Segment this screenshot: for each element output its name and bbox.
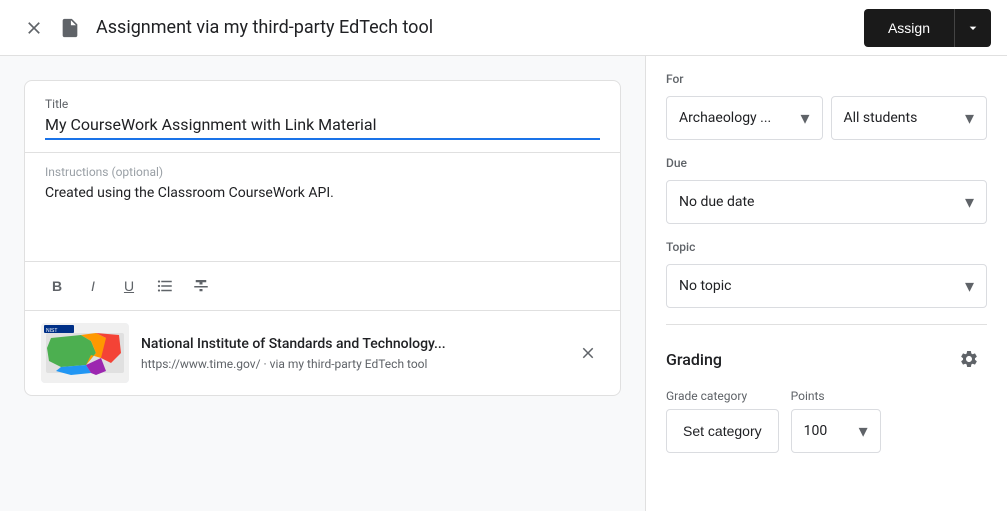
link-url-text: https://www.time.gov/ [141,357,261,371]
students-select[interactable]: All students ▾ [831,96,988,140]
students-value: All students [844,110,918,126]
topic-label: Topic [666,240,987,254]
page-title: Assignment via my third-party EdTech too… [96,17,864,38]
assign-button[interactable]: Assign [864,9,954,47]
points-label: Points [791,389,881,403]
instructions-section: Instructions (optional) Created using th… [25,153,620,261]
strikethrough-button[interactable] [185,270,217,302]
points-select[interactable]: 100 ▾ [791,409,881,453]
link-thumbnail: NIST [41,323,129,383]
close-button[interactable] [16,10,52,46]
link-via-text: · via my third-party EdTech tool [264,357,428,371]
grading-row: Grade category Set category Points 100 ▾ [666,389,987,453]
topic-arrow-icon: ▾ [965,276,974,297]
points-arrow-icon: ▾ [859,421,868,442]
topic-group: Topic No topic ▾ [666,240,987,308]
class-value: Archaeology ... [679,110,771,126]
topic-value: No topic [679,278,731,294]
students-arrow-icon: ▾ [965,108,974,129]
grading-settings-button[interactable] [951,341,987,377]
svg-text:NIST: NIST [46,328,57,334]
bold-button[interactable]: B [41,270,73,302]
right-panel: For Archaeology ... ▾ All students ▾ Due… [645,56,1007,511]
grading-header: Grading [666,341,987,377]
formatting-toolbar: B I U [25,261,620,310]
link-info: National Institute of Standards and Tech… [141,335,560,371]
italic-button[interactable]: I [77,270,109,302]
main-content: Title Instructions (optional) Created us… [0,56,1007,511]
for-group: For Archaeology ... ▾ All students ▾ [666,72,987,140]
doc-icon-button[interactable] [52,10,88,46]
underline-button[interactable]: U [113,270,145,302]
class-students-row: Archaeology ... ▾ All students ▾ [666,96,987,140]
points-value: 100 [804,423,828,439]
instructions-label: Instructions (optional) [45,165,600,179]
due-label: Due [666,156,987,170]
due-group: Due No due date ▾ [666,156,987,224]
title-label: Title [45,97,600,111]
class-arrow-icon: ▾ [800,108,809,129]
assign-group: Assign [864,9,991,47]
title-underline [45,138,600,140]
link-title: National Institute of Standards and Tech… [141,335,560,353]
class-select[interactable]: Archaeology ... ▾ [666,96,823,140]
set-category-button[interactable]: Set category [666,409,779,453]
points-group: Points 100 ▾ [791,389,881,453]
due-value: No due date [679,194,754,210]
grading-divider [666,324,987,325]
due-select[interactable]: No due date ▾ [666,180,987,224]
grade-category-group: Grade category Set category [666,389,779,453]
grading-title: Grading [666,350,722,369]
for-label: For [666,72,987,86]
assign-dropdown-button[interactable] [954,9,991,47]
title-input[interactable] [45,115,600,134]
instructions-text[interactable]: Created using the Classroom CourseWork A… [45,185,600,245]
grade-category-label: Grade category [666,389,779,403]
due-arrow-icon: ▾ [965,192,974,213]
assignment-card: Title Instructions (optional) Created us… [24,80,621,396]
link-attachment: NIST National Institute of Standards and… [25,310,620,395]
link-url: https://www.time.gov/ · via my third-par… [141,357,560,371]
title-section: Title [25,81,620,152]
left-panel: Title Instructions (optional) Created us… [0,56,645,511]
remove-link-button[interactable] [572,337,604,369]
topic-select[interactable]: No topic ▾ [666,264,987,308]
list-button[interactable] [149,270,181,302]
topbar: Assignment via my third-party EdTech too… [0,0,1007,56]
